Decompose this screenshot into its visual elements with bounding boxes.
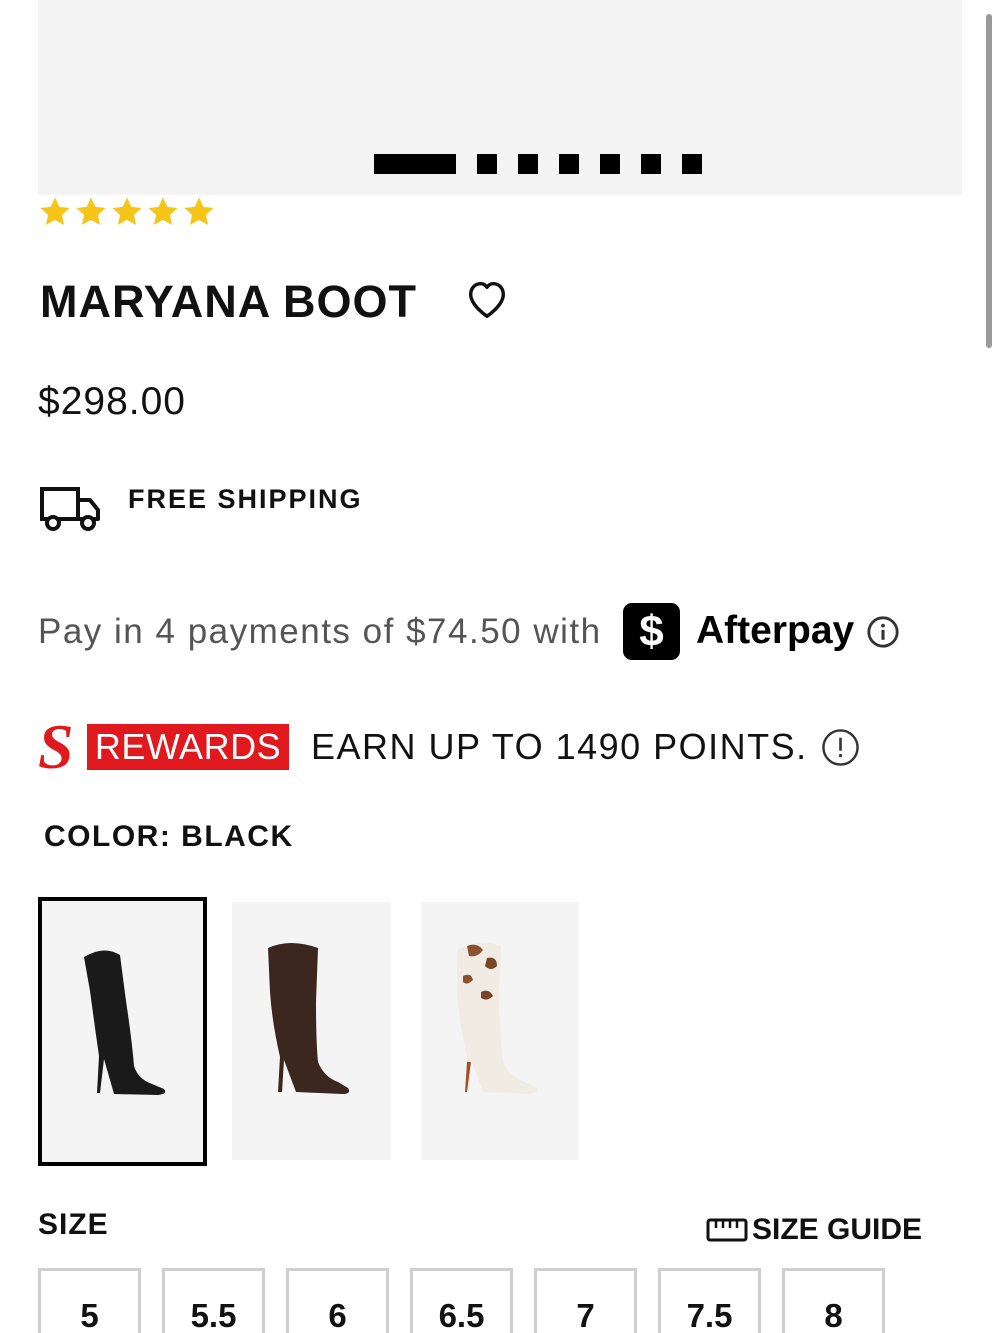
afterpay-text: Pay in 4 payments of $74.50 with xyxy=(38,612,602,651)
carousel-dot-1[interactable] xyxy=(374,154,456,174)
page-scrollbar[interactable] xyxy=(986,14,992,348)
star-icon xyxy=(76,197,106,226)
carousel-dot-2[interactable] xyxy=(477,154,497,174)
rating-stars[interactable] xyxy=(38,195,216,229)
carousel-dot-7[interactable] xyxy=(682,154,702,174)
black-boot-image xyxy=(84,950,166,1095)
star-icon xyxy=(112,197,142,226)
cow-print-boot-image xyxy=(457,942,538,1094)
size-guide-link[interactable]: SIZE GUIDE xyxy=(706,1212,922,1248)
carousel-dot-5[interactable] xyxy=(600,154,620,174)
rewards-points-text: EARN UP TO 1490 POINTS. xyxy=(311,726,808,767)
product-image-carousel[interactable] xyxy=(38,0,962,195)
afterpay-dollar-icon: $ xyxy=(623,603,680,660)
product-title: MARYANA BOOT xyxy=(40,276,418,327)
size-options: 5 5.5 6 6.5 7 7.5 8 xyxy=(38,1268,885,1333)
carousel-dots xyxy=(374,154,702,174)
size-guide-label: SIZE GUIDE xyxy=(752,1213,923,1246)
size-option-6[interactable]: 6 xyxy=(286,1268,389,1333)
star-icon xyxy=(184,197,214,226)
size-option-6-5[interactable]: 6.5 xyxy=(410,1268,513,1333)
star-icon xyxy=(148,197,178,226)
exclamation-icon[interactable] xyxy=(821,728,860,767)
truck-icon xyxy=(40,487,100,531)
rewards-s-logo: S xyxy=(38,711,74,782)
size-label: SIZE xyxy=(38,1208,109,1241)
color-swatch-black[interactable] xyxy=(38,897,207,1166)
product-price: $298.00 xyxy=(38,380,186,423)
color-swatch-brown[interactable] xyxy=(232,902,390,1160)
carousel-dot-6[interactable] xyxy=(641,154,661,174)
rewards-message: S REWARDS EARN UP TO 1490 POINTS. xyxy=(38,711,938,782)
rewards-badge: REWARDS xyxy=(87,724,289,770)
star-icon xyxy=(40,197,70,226)
ruler-icon xyxy=(706,1218,748,1242)
free-shipping-label: FREE SHIPPING xyxy=(128,484,363,514)
carousel-dot-3[interactable] xyxy=(518,154,538,174)
carousel-dot-4[interactable] xyxy=(559,154,579,174)
info-icon[interactable] xyxy=(866,615,900,649)
afterpay-brand: Afterpay xyxy=(696,609,855,652)
size-option-5-5[interactable]: 5.5 xyxy=(162,1268,265,1333)
size-option-7[interactable]: 7 xyxy=(534,1268,637,1333)
size-option-7-5[interactable]: 7.5 xyxy=(658,1268,761,1333)
color-label: COLOR: BLACK xyxy=(44,820,294,853)
size-option-8[interactable]: 8 xyxy=(782,1268,885,1333)
size-option-5[interactable]: 5 xyxy=(38,1268,141,1333)
color-swatch-cow-print[interactable] xyxy=(421,902,579,1160)
heart-icon[interactable] xyxy=(464,276,510,322)
afterpay-message: Pay in 4 payments of $74.50 with $ After… xyxy=(38,600,938,662)
brown-boot-image xyxy=(268,943,350,1094)
